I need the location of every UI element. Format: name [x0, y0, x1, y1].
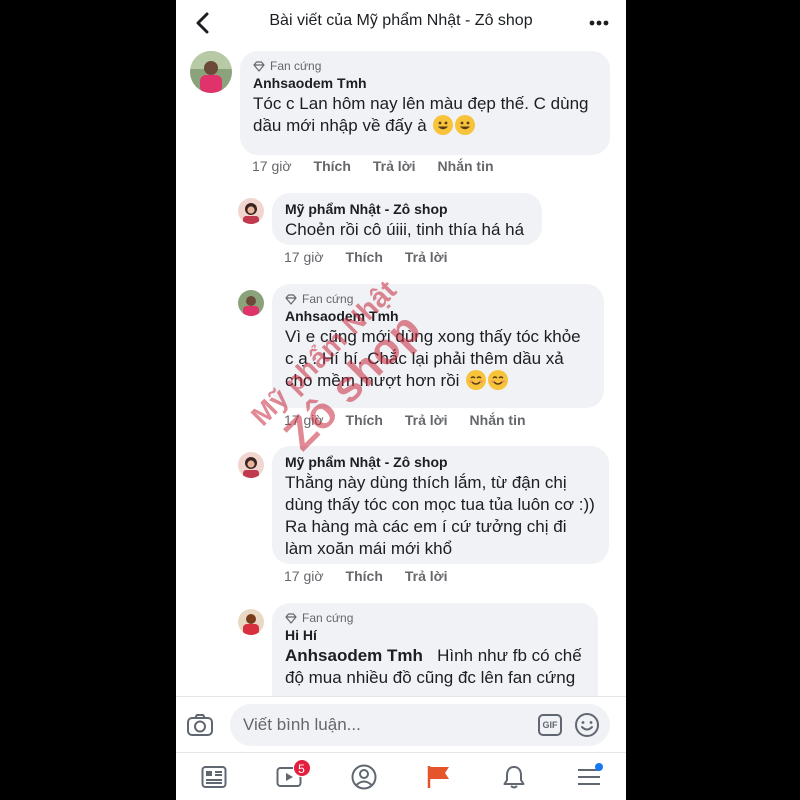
new-indicator-dot — [594, 762, 603, 771]
fan-badge-label: Fan cứng — [302, 292, 354, 306]
comment-author[interactable]: Hi Hí — [285, 627, 585, 643]
comment-actions: 17 giờ Thích Trả lời Nhắn tin — [284, 412, 526, 428]
comment-actions: 17 giờ Thích Trả lời — [284, 249, 448, 265]
comment-bubble[interactable]: Mỹ phẩm Nhật - Zô shop Choẻn rồi cô úiii… — [272, 193, 542, 245]
back-button[interactable] — [190, 10, 216, 36]
avatar[interactable] — [238, 452, 264, 478]
ellipsis-icon — [589, 20, 609, 26]
comment-actions: 17 giờ Thích Trả lời Nhắn tin — [252, 158, 494, 174]
camera-button[interactable] — [184, 709, 216, 741]
comment-bubble[interactable]: Fan cứng Anhsaodem Tmh Tóc c Lan hôm nay… — [240, 51, 610, 155]
comment-time: 17 giờ — [284, 249, 324, 265]
avatar[interactable] — [190, 51, 232, 93]
reply-button[interactable]: Trả lời — [405, 412, 448, 428]
phone-screen: Bài viết của Mỹ phẩm Nhật - Zô shop Fan … — [176, 0, 626, 800]
comment-bubble[interactable]: Mỹ phẩm Nhật - Zô shop Thằng này dùng th… — [272, 446, 609, 564]
comment-time: 17 giờ — [284, 412, 324, 428]
tab-profile[interactable] — [344, 757, 384, 797]
like-button[interactable]: Thích — [314, 158, 351, 174]
comment-text: Vì e cũng mới dùng xong thấy tóc khỏe c … — [285, 327, 581, 390]
comment-author[interactable]: Mỹ phẩm Nhật - Zô shop — [285, 201, 529, 217]
reply-button[interactable]: Trả lời — [405, 568, 448, 584]
notification-count-badge: 5 — [292, 758, 311, 777]
tab-news-feed[interactable] — [194, 757, 234, 797]
comment-text: Choẻn rồi cô úiii, tinh thía há há — [285, 220, 525, 239]
comment-composer: Viết bình luận... GIF — [176, 696, 626, 752]
reply-button[interactable]: Trả lời — [405, 249, 448, 265]
mention-link[interactable]: Anhsaodem Tmh — [285, 646, 423, 665]
comment-input[interactable]: Viết bình luận... GIF — [230, 704, 610, 746]
comment-author[interactable]: Anhsaodem Tmh — [285, 308, 591, 324]
smiling-face-icon — [466, 370, 487, 390]
tab-watch[interactable]: 5 — [269, 757, 311, 797]
bottom-tab-bar: 5 — [176, 752, 626, 800]
like-button[interactable]: Thích — [346, 249, 383, 265]
like-button[interactable]: Thích — [346, 412, 383, 428]
notifications-bell-icon — [503, 765, 524, 788]
comment-time: 17 giờ — [252, 158, 292, 174]
comment-time: 17 giờ — [284, 568, 324, 584]
gif-button[interactable]: GIF — [538, 714, 562, 736]
header-bar: Bài viết của Mỹ phẩm Nhật - Zô shop — [176, 0, 626, 46]
tab-pages[interactable] — [419, 757, 459, 797]
more-options-button[interactable] — [586, 10, 612, 36]
tab-notifications[interactable] — [494, 757, 534, 797]
message-button[interactable]: Nhắn tin — [470, 412, 526, 428]
comment-actions: 17 giờ Thích Trả lời — [284, 568, 448, 584]
fan-badge-label: Fan cứng — [270, 59, 322, 73]
fan-badge: Fan cứng — [253, 59, 597, 73]
comment-text: Anhsaodem Tmh Hình như fb có chế độ mua … — [285, 646, 582, 687]
diamond-icon — [285, 612, 297, 624]
fan-badge: Fan cứng — [285, 292, 591, 306]
pages-flag-icon — [427, 765, 449, 788]
fan-badge: Fan cứng — [285, 611, 585, 625]
camera-icon — [187, 714, 213, 736]
avatar[interactable] — [238, 609, 264, 635]
news-feed-icon — [201, 765, 226, 788]
message-button[interactable]: Nhắn tin — [438, 158, 494, 174]
comment-input-placeholder: Viết bình luận... — [243, 715, 361, 734]
comment-author[interactable]: Mỹ phẩm Nhật - Zô shop — [285, 454, 596, 470]
diamond-icon — [253, 60, 265, 72]
reply-button[interactable]: Trả lời — [373, 158, 416, 174]
chevron-left-icon — [196, 12, 209, 34]
comment-bubble[interactable]: Fan cứng Anhsaodem Tmh Vì e cũng mới dùn… — [272, 284, 604, 408]
grinning-face-icon — [433, 115, 454, 135]
comment-text: Tóc c Lan hôm nay lên màu đẹp thế. C dùn… — [253, 94, 589, 135]
fan-badge-label: Fan cứng — [302, 611, 354, 625]
comment-author[interactable]: Anhsaodem Tmh — [253, 75, 597, 91]
comment-text: Thằng này dùng thích lắm, từ đận chị dùn… — [285, 473, 595, 558]
smiling-face-icon — [488, 370, 509, 390]
avatar[interactable] — [238, 290, 264, 316]
diamond-icon — [285, 293, 297, 305]
avatar[interactable] — [238, 198, 264, 224]
grinning-face-icon — [455, 115, 476, 135]
like-button[interactable]: Thích — [346, 568, 383, 584]
smiley-icon[interactable] — [574, 712, 600, 738]
tab-menu[interactable] — [569, 757, 609, 797]
page-title: Bài viết của Mỹ phẩm Nhật - Zô shop — [269, 12, 533, 29]
profile-icon — [351, 764, 376, 789]
